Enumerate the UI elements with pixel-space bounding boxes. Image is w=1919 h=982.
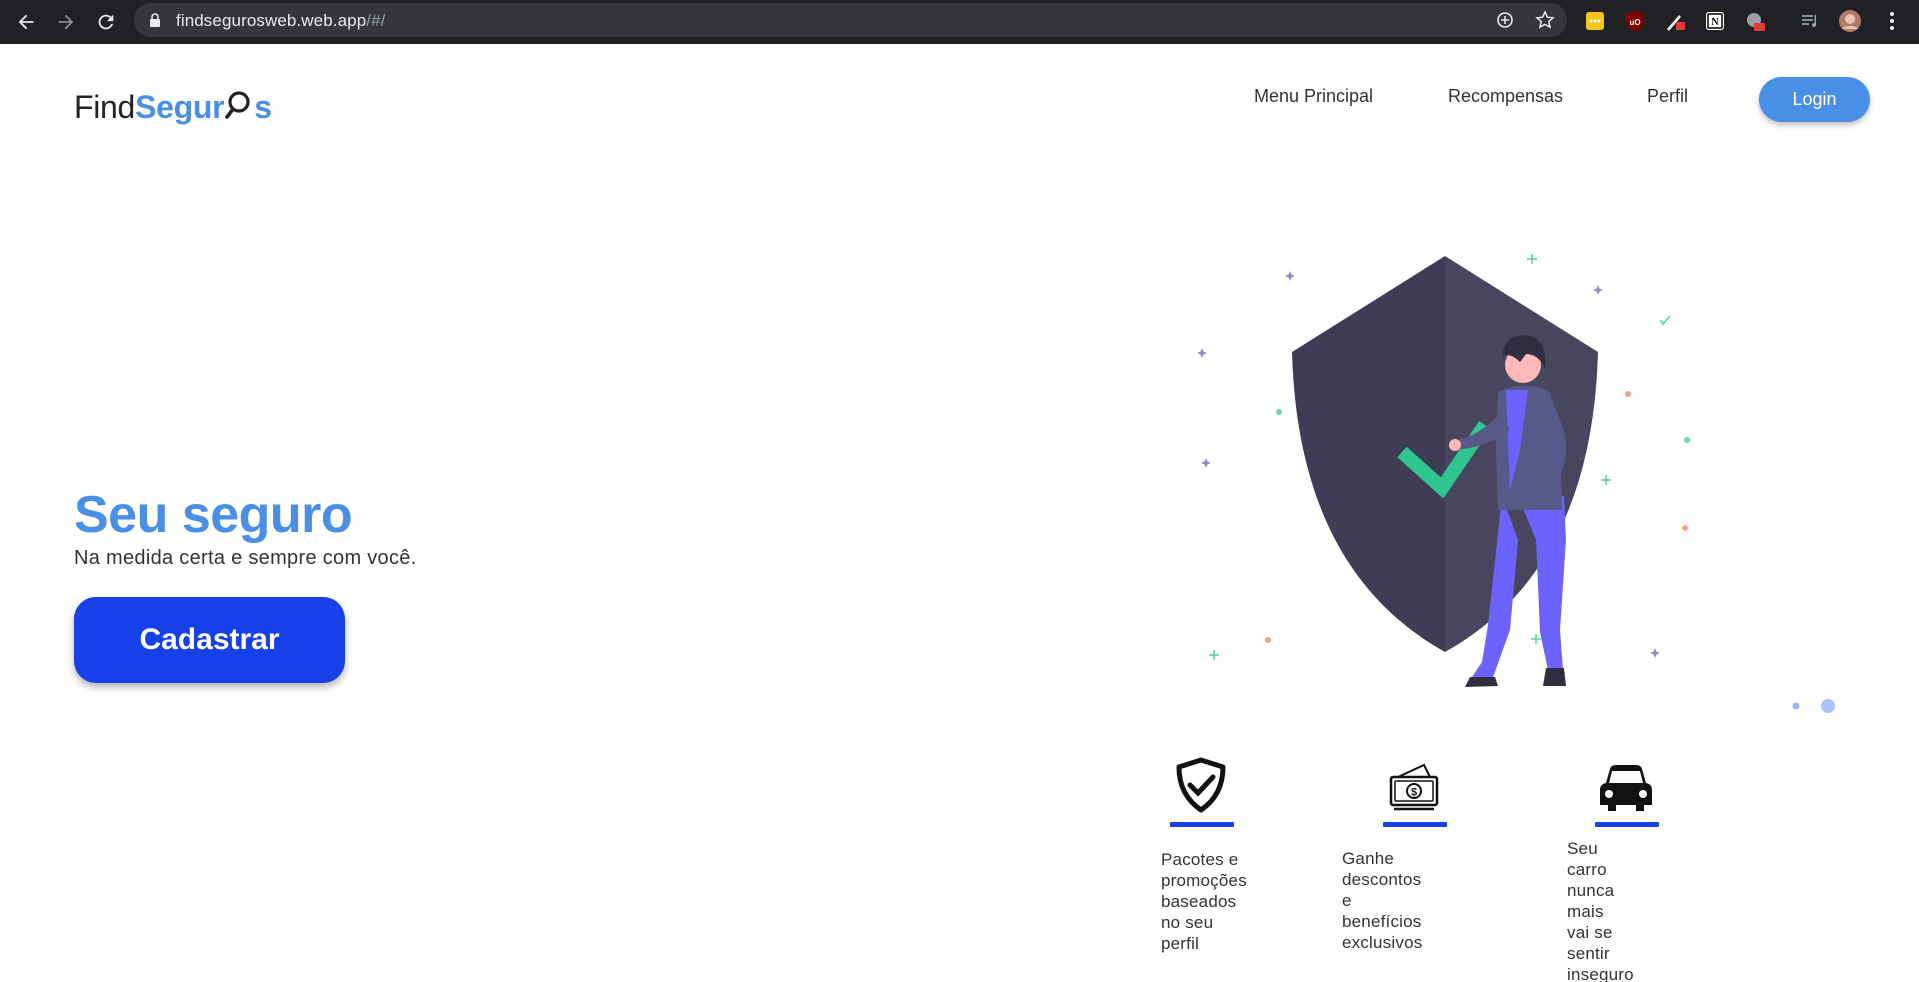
logo-seguros: Segur	[135, 89, 225, 125]
url-path: /#/	[366, 11, 386, 30]
money-icon: $	[1389, 763, 1439, 811]
url-text: findsegurosweb.web.app/#/	[176, 11, 385, 31]
security-shield-illustration	[1197, 254, 1835, 713]
svg-text:$: $	[1411, 787, 1417, 799]
feature-underline	[1170, 822, 1234, 827]
nav-recompensas[interactable]: Recompensas	[1448, 86, 1563, 107]
star-icon[interactable]	[1535, 10, 1555, 30]
logo[interactable]: Find Segur s	[74, 78, 272, 126]
extension-notion-icon[interactable]: N	[1703, 9, 1727, 33]
feature-underline	[1595, 822, 1659, 827]
feature-line: baseados	[1161, 892, 1237, 911]
cadastrar-button[interactable]: Cadastrar	[74, 597, 345, 683]
logo-s: s	[254, 89, 272, 125]
feature-text: Seu carro nunca mais vai se sentir inseg…	[1567, 838, 1634, 982]
feature-line: vai se sentir	[1567, 923, 1613, 963]
extension-record-icon[interactable]	[1743, 9, 1767, 33]
profile-avatar[interactable]	[1838, 9, 1862, 33]
reload-icon	[98, 14, 114, 30]
feature-line: nunca mais	[1567, 881, 1615, 921]
lock-icon	[150, 13, 160, 27]
extension-notes-icon[interactable]	[1583, 9, 1607, 33]
feature-line: Pacotes e	[1161, 850, 1239, 869]
arrow-left-icon	[18, 14, 34, 30]
reload-button[interactable]	[92, 8, 120, 36]
feature-line: e benefícios	[1342, 891, 1422, 931]
arrow-right-icon	[58, 14, 74, 30]
feature-line: promoções	[1161, 871, 1247, 890]
forward-button[interactable]	[52, 8, 80, 36]
feature-underline	[1383, 822, 1447, 827]
feature-text: Pacotes e promoções baseados no seu perf…	[1161, 849, 1247, 954]
zoom-icon[interactable]	[1495, 10, 1515, 30]
feature-line: inseguro	[1567, 965, 1634, 982]
hero-title: Seu seguro	[74, 486, 353, 544]
svg-text:N: N	[1711, 17, 1719, 28]
shield-check-icon	[1176, 757, 1226, 813]
nav-menu-principal[interactable]: Menu Principal	[1254, 86, 1373, 107]
magnifier-icon	[224, 90, 254, 130]
feature-line: no seu perfil	[1161, 913, 1214, 953]
hero-subtitle: Na medida certa e sempre com você.	[74, 547, 417, 569]
feature-line: Ganhe descontos	[1342, 849, 1422, 889]
nav-perfil[interactable]: Perfil	[1647, 86, 1688, 107]
login-button[interactable]: Login	[1759, 77, 1870, 122]
feature-line: exclusivos	[1342, 933, 1423, 952]
address-bar[interactable]: findsegurosweb.web.app/#/	[134, 3, 1567, 37]
browser-toolbar: findsegurosweb.web.app/#/ uO N	[0, 0, 1919, 44]
svg-text:uO: uO	[1629, 18, 1640, 27]
url-host: findsegurosweb.web.app	[176, 11, 367, 30]
feature-text: Ganhe descontos e benefícios exclusivos	[1342, 848, 1422, 953]
extension-ublock-icon[interactable]: uO	[1623, 9, 1647, 33]
car-icon	[1600, 765, 1652, 811]
back-button[interactable]	[12, 8, 40, 36]
logo-find: Find	[74, 89, 136, 125]
extension-pen-icon[interactable]	[1663, 9, 1687, 33]
feature-line: Seu carro	[1567, 839, 1607, 879]
media-control-icon[interactable]	[1798, 9, 1822, 33]
more-menu-icon[interactable]	[1880, 9, 1904, 33]
